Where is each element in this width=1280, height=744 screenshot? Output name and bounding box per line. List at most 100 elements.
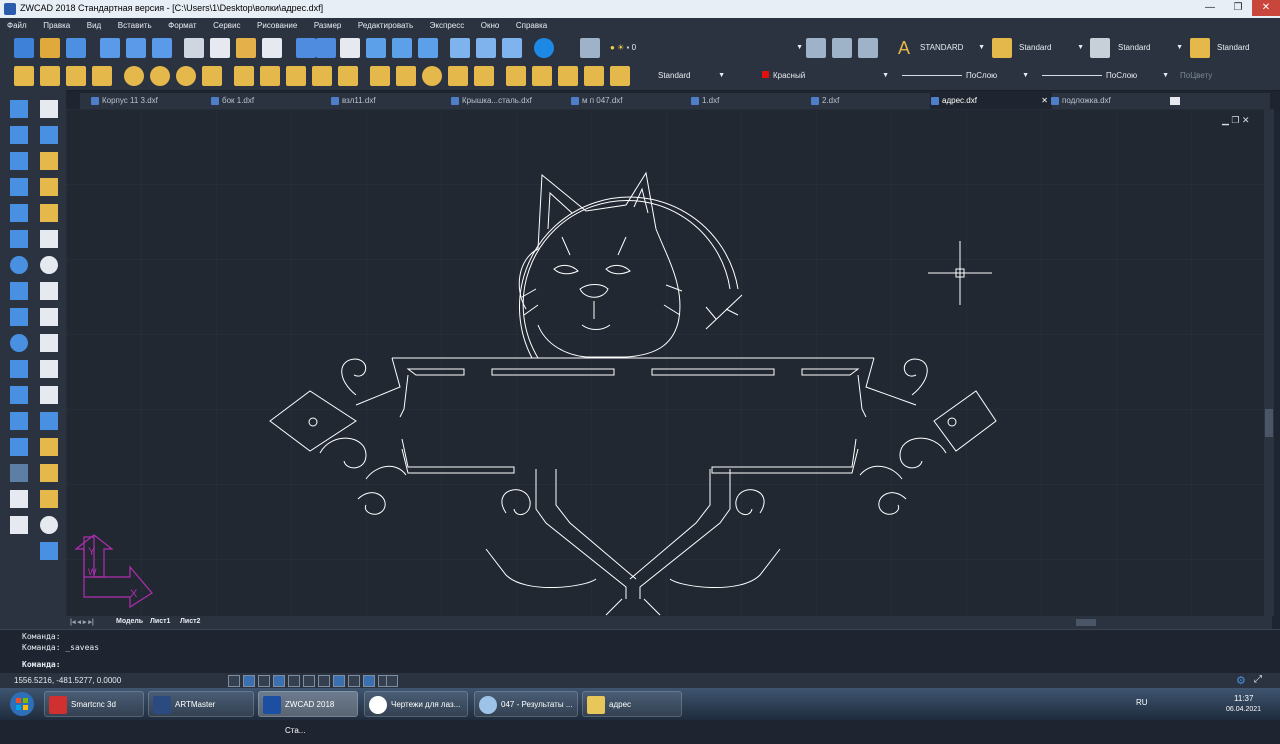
- color-dropdown[interactable]: Красный ▼: [758, 69, 892, 83]
- tab-layout1[interactable]: Лист1: [150, 618, 170, 625]
- menu-draw[interactable]: Рисование: [250, 18, 304, 30]
- fullscreen-icon[interactable]: ⤢: [1254, 674, 1262, 685]
- polyline-tool-icon[interactable]: [10, 152, 28, 170]
- dim-reassociate-icon[interactable]: [610, 66, 630, 86]
- aligned-dim-icon[interactable]: [40, 66, 60, 86]
- move-tool-icon[interactable]: [40, 230, 58, 248]
- join-tool-icon[interactable]: [40, 412, 58, 430]
- plotstyle-dropdown[interactable]: ПоЦвету: [1176, 69, 1244, 83]
- table-tool-icon[interactable]: [10, 490, 28, 508]
- annotation-style-dropdown[interactable]: Standard ▼: [654, 69, 728, 83]
- layer-dropdown[interactable]: ● ☀ ▪ 0 ▼: [606, 41, 806, 55]
- chamfer-tool-icon[interactable]: [40, 438, 58, 456]
- radius-dim-icon[interactable]: [124, 66, 144, 86]
- close-button[interactable]: ✕: [1252, 0, 1280, 16]
- publish-icon[interactable]: [152, 38, 172, 58]
- taskbar-item-zwcad[interactable]: ZWCAD 2018 Ста...: [258, 691, 358, 735]
- tolerance-icon[interactable]: [396, 66, 416, 86]
- viewport-controls-icon[interactable]: ▁ ❐ ✕: [1221, 115, 1250, 126]
- taskbar-item-folder[interactable]: адрес: [582, 691, 682, 717]
- undo-icon[interactable]: [296, 38, 316, 58]
- make-layer-current-icon[interactable]: [806, 38, 826, 58]
- trim-tool-icon[interactable]: [40, 334, 58, 352]
- doc-tab[interactable]: 1.dxf: [690, 93, 719, 109]
- dim-override-icon[interactable]: [584, 66, 604, 86]
- jogged-linear-icon[interactable]: [474, 66, 494, 86]
- lwt-toggle-icon[interactable]: [333, 675, 345, 687]
- ortho-toggle-icon[interactable]: [258, 675, 270, 687]
- mtext-tool-icon[interactable]: [10, 516, 28, 534]
- print-icon[interactable]: [100, 38, 120, 58]
- linetype-dropdown[interactable]: ПоСлою ▼: [898, 69, 1032, 83]
- line-tool-icon[interactable]: [10, 100, 28, 118]
- menu-file[interactable]: Файл: [0, 18, 34, 30]
- pan-icon[interactable]: [340, 38, 360, 58]
- horizontal-scroll-thumb[interactable]: [1076, 619, 1096, 626]
- drawing-canvas[interactable]: ▁ ❐ ✕ Y W X: [66, 109, 1272, 616]
- jogged-dim-icon[interactable]: [150, 66, 170, 86]
- vertical-scrollbar[interactable]: [1264, 109, 1274, 616]
- menu-dimension[interactable]: Размер: [307, 18, 349, 30]
- circle-tool-icon[interactable]: [10, 256, 28, 274]
- design-center-icon[interactable]: [476, 38, 496, 58]
- doc-tab[interactable]: взл11.dxf: [330, 93, 376, 109]
- paste-icon[interactable]: [236, 38, 256, 58]
- doc-tab[interactable]: Крышка...сталь.dxf: [450, 93, 532, 109]
- print-preview-icon[interactable]: [126, 38, 146, 58]
- redo-icon[interactable]: [316, 38, 336, 58]
- leader-icon[interactable]: [370, 66, 390, 86]
- hatch-tool-icon[interactable]: [10, 464, 28, 482]
- dim-space-icon[interactable]: [312, 66, 332, 86]
- blend-tool-icon[interactable]: [40, 490, 58, 508]
- menu-insert[interactable]: Вставить: [111, 18, 159, 30]
- menu-tools[interactable]: Сервис: [206, 18, 247, 30]
- layer-manager-icon[interactable]: [580, 38, 600, 58]
- fillet-tool-icon[interactable]: [40, 464, 58, 482]
- doc-tab[interactable]: подложка.dxf: [1050, 93, 1111, 109]
- properties-icon[interactable]: [450, 38, 470, 58]
- scroll-thumb[interactable]: [1265, 409, 1273, 437]
- extend-tool-icon[interactable]: [40, 360, 58, 378]
- continue-dim-icon[interactable]: [286, 66, 306, 86]
- revcloud-tool-icon[interactable]: [10, 282, 28, 300]
- match-properties-icon[interactable]: [262, 38, 282, 58]
- minimize-button[interactable]: —: [1196, 0, 1224, 16]
- rotate-tool-icon[interactable]: [40, 256, 58, 274]
- zoom-previous-icon[interactable]: [418, 38, 438, 58]
- dim-edit-icon[interactable]: [506, 66, 526, 86]
- copy-icon[interactable]: [210, 38, 230, 58]
- layer-states-icon[interactable]: [858, 38, 878, 58]
- doc-tab[interactable]: 2.dxf: [810, 93, 839, 109]
- scale-tool-icon[interactable]: [40, 282, 58, 300]
- taskbar-item-browser[interactable]: Чертежи для лаз...: [364, 691, 468, 717]
- array-tool-icon[interactable]: [40, 204, 58, 222]
- tab-layout2[interactable]: Лист2: [180, 618, 200, 625]
- insert-block-icon[interactable]: [10, 386, 28, 404]
- center-mark-icon[interactable]: [422, 66, 442, 86]
- tab-model[interactable]: Модель: [116, 618, 143, 625]
- rectangle-tool-icon[interactable]: [10, 204, 28, 222]
- offset-tool-icon[interactable]: [40, 178, 58, 196]
- dim-text-edit-icon[interactable]: [532, 66, 552, 86]
- menu-view[interactable]: Вид: [80, 18, 108, 30]
- dyn-toggle-icon[interactable]: [318, 675, 330, 687]
- taskbar-item-artmaster[interactable]: ARTMaster: [148, 691, 254, 717]
- ordinate-dim-icon[interactable]: [92, 66, 112, 86]
- ellipse-arc-tool-icon[interactable]: [10, 360, 28, 378]
- language-indicator[interactable]: RU: [1136, 698, 1148, 707]
- text-style-dropdown[interactable]: STANDARD ▼: [916, 41, 988, 55]
- dim-update-icon[interactable]: [558, 66, 578, 86]
- menu-edit[interactable]: Правка: [36, 18, 77, 30]
- point-tool-icon[interactable]: [10, 438, 28, 456]
- tool-palettes-icon[interactable]: [502, 38, 522, 58]
- am-toggle-icon[interactable]: [386, 675, 398, 687]
- gear-icon[interactable]: ⚙: [1236, 674, 1246, 687]
- otrack-toggle-icon[interactable]: [303, 675, 315, 687]
- menu-format[interactable]: Формат: [161, 18, 203, 30]
- make-block-icon[interactable]: [10, 412, 28, 430]
- taskbar-item-search[interactable]: 047 - Результаты ...: [474, 691, 578, 717]
- arc-length-icon[interactable]: [66, 66, 86, 86]
- doc-tab[interactable]: Корпус 11 3.dxf: [90, 93, 158, 109]
- help-icon[interactable]: [534, 38, 554, 58]
- close-tab-icon[interactable]: ✕: [1041, 93, 1048, 109]
